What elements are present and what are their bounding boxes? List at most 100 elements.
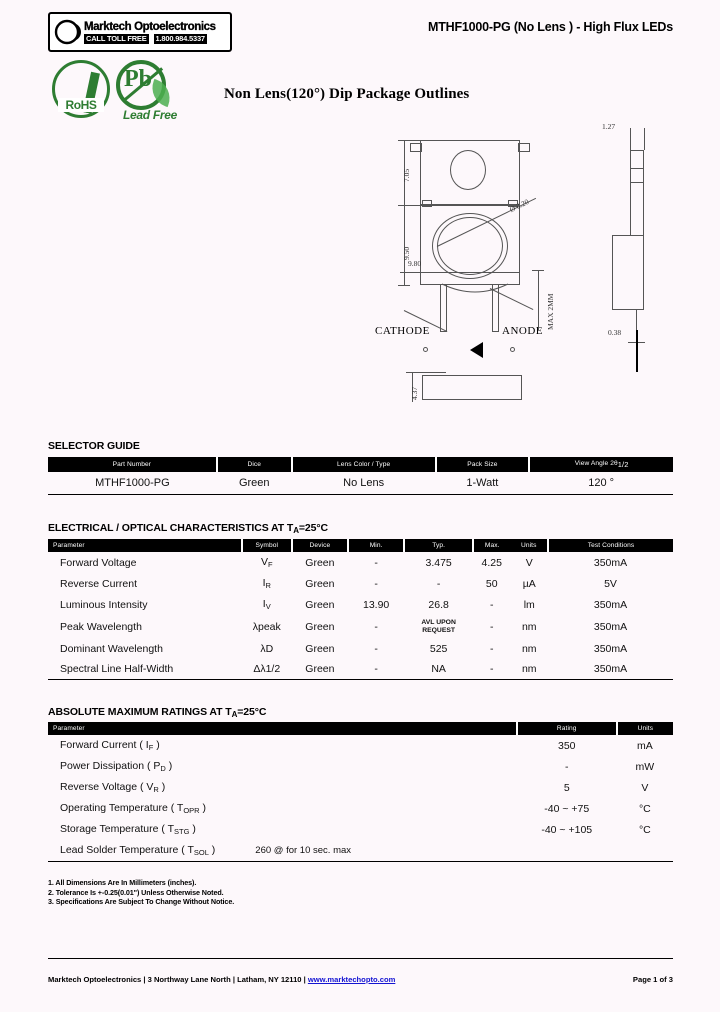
marktech-logo-icon <box>53 17 83 47</box>
cell-units: °C <box>638 823 651 836</box>
cell-typ: - <box>436 577 441 590</box>
package-outline-drawing: Ø 8.20 7.05 9.50 9.80 CATHODE ANODE MAX … <box>375 120 680 420</box>
orientation-marker-icon <box>470 342 483 358</box>
cell-max: - <box>490 663 494 675</box>
bottom-dim-tick-top <box>406 372 446 373</box>
lead-wire-bow <box>441 283 509 293</box>
document-title: MTHF1000-PG (No Lens ) - High Flux LEDs <box>428 20 673 34</box>
cell-min: - <box>374 621 378 633</box>
cell-symbol: IR <box>262 577 271 590</box>
cell-units: mW <box>635 760 655 773</box>
cell-min: - <box>374 577 378 590</box>
side-dim-127-a <box>630 128 631 150</box>
cell-parameter: Operating Temperature ( TOPR ) <box>60 802 207 815</box>
rohs-badge-icon: RoHS <box>52 60 110 118</box>
cell-parameter: Lead Solder Temperature ( TSOL ) 260 @ fo… <box>60 844 352 857</box>
company-name: Marktech Optoelectronics <box>84 20 216 33</box>
compliance-badges: RoHS Pb Lead Free <box>52 58 212 128</box>
dim-tick-bot <box>398 285 410 286</box>
table-row: Dominant Wavelength λD Green - 525 - nm … <box>48 639 673 659</box>
selector-guide-heading: SELECTOR GUIDE <box>48 440 140 452</box>
cell-parameter: Spectral Line Half-Width <box>60 663 174 675</box>
absmax-heading-pre: ABSOLUTE MAXIMUM RATINGS AT T <box>48 706 232 718</box>
cell-parameter: Forward Current ( IF ) <box>60 739 160 752</box>
cell-units: nm <box>521 663 537 675</box>
note-item: 1. All Dimensions Are In Millimeters (in… <box>48 878 197 887</box>
cell-units: °C <box>638 802 651 815</box>
cell-units: µA <box>522 577 536 590</box>
side-dim-bottom: 0.38 <box>608 328 622 337</box>
dim-height-top: 7.05 <box>402 168 411 182</box>
col-view-angle: View Angle 2θ1/2 <box>528 457 673 472</box>
col-units: Units <box>615 722 673 735</box>
cell-typ: AVL UPON REQUEST <box>421 619 456 634</box>
col-parameter: Parameter <box>48 722 517 735</box>
label-cathode: CATHODE <box>375 325 430 337</box>
col-device: Device <box>290 539 348 552</box>
footer-divider <box>48 958 673 959</box>
table-row: Peak Wavelength λpeak Green - AVL UPON RE… <box>48 615 673 639</box>
cell-view-angle: 120 ° <box>588 477 615 489</box>
side-dim-top: 1.27 <box>602 122 616 131</box>
col-typ: Typ. <box>403 539 473 552</box>
dim-line-width <box>400 272 520 273</box>
cell-units: V <box>641 781 649 794</box>
cell-rating: - <box>565 760 569 773</box>
cell-min: - <box>374 663 378 675</box>
cell-conditions: 350mA <box>593 643 628 655</box>
toll-free-block: CALL TOLL FREE 1.800.984.5337 <box>84 33 230 44</box>
col-pack-size: Pack Size <box>434 457 530 472</box>
table-header-row: Parameter Symbol Device Min. Typ. Max. U… <box>48 539 673 552</box>
pad-right-icon <box>510 347 515 352</box>
cell-rating: 350 <box>557 739 576 752</box>
side-dim-038 <box>636 330 638 372</box>
col-min: Min. <box>346 539 405 552</box>
cell-device: Green <box>305 598 335 611</box>
drawing-bottom-view <box>422 375 522 400</box>
cell-typ: 26.8 <box>428 598 449 611</box>
electrical-characteristics-table: Parameter Symbol Device Min. Typ. Max. U… <box>48 539 673 680</box>
page-footer: Marktech Optoelectronics | 3 Northway La… <box>48 975 673 984</box>
dim-width: 9.80 <box>408 259 422 268</box>
table-row: Forward Voltage VF Green - 3.475 4.25 V … <box>48 552 673 573</box>
table-row: Reverse Current IR Green - - 50 µA 5V <box>48 573 673 594</box>
max-dim-tick <box>532 270 544 271</box>
table-row: Storage Temperature ( TSTG ) -40 ~ +105 … <box>48 819 673 840</box>
col-parameter: Parameter <box>48 539 242 552</box>
label-anode: ANODE <box>502 325 543 337</box>
drawing-lens-inner <box>437 217 503 275</box>
cell-max: - <box>490 643 494 655</box>
col-dice: Dice <box>215 457 292 472</box>
absmax-heading-post: =25°C <box>237 706 267 718</box>
cell-parameter: Dominant Wavelength <box>60 643 163 655</box>
cell-typ: 3.475 <box>425 556 452 569</box>
cell-conditions: 350mA <box>593 621 628 633</box>
footer-address-block: Marktech Optoelectronics | 3 Northway La… <box>48 975 395 984</box>
note-item: 2. Tolerance Is +-0.25(0.01") Unless Oth… <box>48 887 224 897</box>
cell-lead-solder-note: 260 @ for 10 sec. max <box>255 845 352 856</box>
cell-pack-size: 1-Watt <box>466 477 499 489</box>
cell-max: 4.25 <box>481 556 502 569</box>
dim-line-left-lower <box>404 205 405 285</box>
footer-website-link[interactable]: www.marktechopto.com <box>308 975 395 984</box>
cell-parameter: Peak Wavelength <box>60 621 142 633</box>
selector-guide-table: Part Number Dice Lens Color / Type Pack … <box>48 457 673 495</box>
cell-parameter: Luminous Intensity <box>60 598 148 611</box>
lead-right-foot <box>492 331 499 332</box>
cell-min: - <box>374 556 378 569</box>
table-row: Operating Temperature ( TOPR ) -40 ~ +75… <box>48 798 673 819</box>
cell-conditions: 350mA <box>593 663 628 675</box>
cell-rating: -40 ~ +105 <box>541 823 593 836</box>
lead-free-badge-icon: Pb Lead Free <box>114 58 186 128</box>
cell-lens-color: No Lens <box>343 477 385 489</box>
table-row: Luminous Intensity IV Green 13.90 26.8 -… <box>48 594 673 615</box>
side-view-lead-upper <box>630 150 644 236</box>
drawing-title: Non Lens(120°) Dip Package Outlines <box>224 86 470 102</box>
company-logo: Marktech Optoelectronics CALL TOLL FREE … <box>48 12 232 52</box>
cell-device: Green <box>305 663 335 675</box>
lead-free-label: Lead Free <box>123 108 177 122</box>
col-units: Units <box>510 539 548 552</box>
table-header-row: Part Number Dice Lens Color / Type Pack … <box>48 457 673 472</box>
dim-tick-top <box>398 140 520 141</box>
cell-symbol: IV <box>262 598 271 611</box>
